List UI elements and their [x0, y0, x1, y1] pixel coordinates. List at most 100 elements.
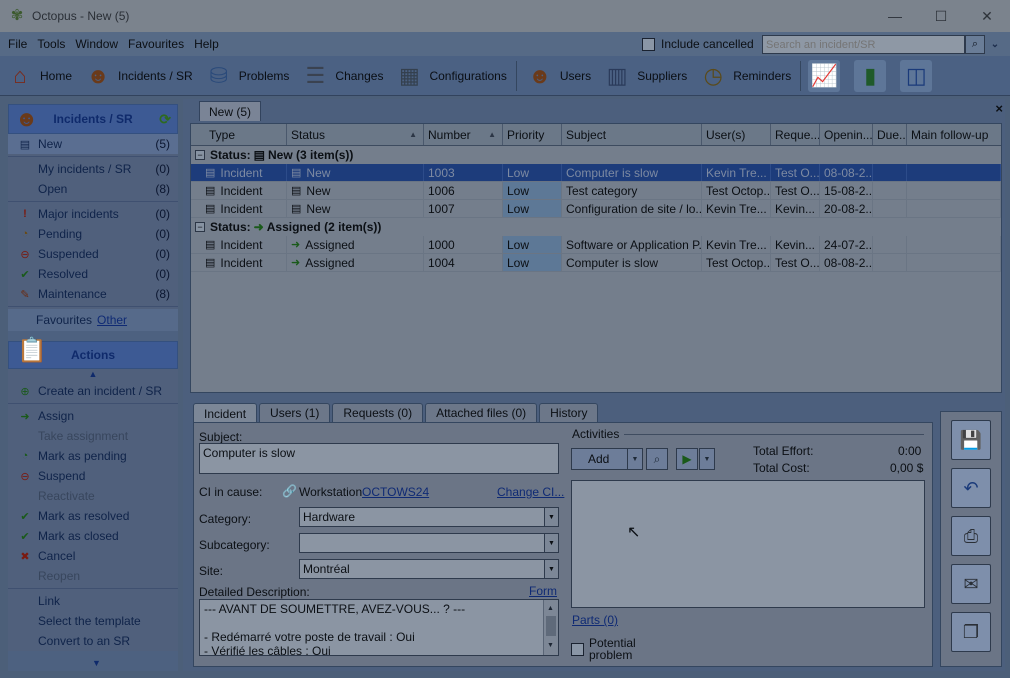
- toolbar-graph-line[interactable]: 📈: [804, 58, 850, 94]
- table-row[interactable]: ▤ Incident ➜ Assigned 1004 Low Computer is slo…: [191, 254, 1001, 272]
- chevron-down-icon[interactable]: ▼: [699, 448, 715, 470]
- toolbar-changes[interactable]: ☰ Changes: [295, 58, 389, 94]
- action-select-template[interactable]: Select the template: [8, 611, 178, 631]
- play-button[interactable]: ▶: [676, 448, 698, 470]
- action-mark-resolved[interactable]: ✔ Mark as resolved: [8, 506, 178, 526]
- table-row[interactable]: ▤ Incident ▤ New 1003 Low Computer is slow Kevi…: [191, 164, 1001, 182]
- group-row-assigned[interactable]: − Status: ➜ Assigned (2 item(s)): [191, 218, 1001, 236]
- toolbar-suppliers[interactable]: ▥ Suppliers: [597, 58, 693, 94]
- potential-problem-checkbox[interactable]: [571, 643, 584, 656]
- close-window-button[interactable]: ✕: [964, 0, 1010, 32]
- col-subject[interactable]: Subject: [562, 124, 702, 145]
- menu-window[interactable]: Window: [70, 37, 123, 51]
- col-type[interactable]: Type: [191, 124, 287, 145]
- include-cancelled[interactable]: Include cancelled: [642, 37, 754, 51]
- include-cancelled-checkbox[interactable]: [642, 37, 655, 51]
- search-button[interactable]: ⌕: [965, 35, 985, 54]
- col-opening[interactable]: Openin...: [820, 124, 873, 145]
- menu-help[interactable]: Help: [189, 37, 224, 51]
- search-input[interactable]: [762, 35, 965, 54]
- chevron-down-icon[interactable]: ▼: [627, 448, 643, 470]
- tab-history[interactable]: History: [539, 403, 599, 422]
- menu-tools[interactable]: Tools: [32, 37, 70, 51]
- add-activity-button[interactable]: Add: [571, 448, 629, 470]
- parts-link[interactable]: Parts (0): [572, 613, 618, 627]
- incidents-panel-header[interactable]: ☻ Incidents / SR ⟳: [8, 104, 178, 134]
- toolbar-layout[interactable]: ◫: [896, 58, 942, 94]
- tab-incident[interactable]: Incident: [193, 403, 258, 423]
- toolbar-configurations[interactable]: ▦ Configurations: [389, 58, 512, 94]
- table-row[interactable]: ▤ Incident ▤ New 1007 Low Configuration de sit…: [191, 200, 1001, 218]
- table-row[interactable]: ▤ Incident ▤ New 1006 Low Test category Test Oc…: [191, 182, 1001, 200]
- subject-field[interactable]: Computer is slow: [199, 443, 559, 474]
- action-assign[interactable]: ➜ Assign: [8, 406, 178, 426]
- description-textarea[interactable]: --- AVANT DE SOUMETTRE, AVEZ-VOUS... ? -…: [199, 599, 559, 656]
- description-scrollbar[interactable]: ▲ ▼: [543, 600, 558, 655]
- toolbar-users[interactable]: ☻ Users: [520, 58, 597, 94]
- toolbar-separator: [515, 60, 517, 91]
- save-button[interactable]: 💾: [951, 420, 991, 460]
- tab-users[interactable]: Users (1): [259, 403, 331, 422]
- action-suspend[interactable]: ⊖ Suspend: [8, 466, 178, 486]
- tab-attached-files[interactable]: Attached files (0): [425, 403, 538, 422]
- nav-item-pending[interactable]: ◔ Pending (0): [8, 224, 178, 244]
- action-create-incident[interactable]: ⊕ Create an incident / SR: [8, 381, 178, 401]
- site-select[interactable]: Montréal ▼: [299, 559, 559, 579]
- action-mark-pending[interactable]: ◔ Mark as pending: [8, 446, 178, 466]
- subcategory-select[interactable]: ▼: [299, 533, 559, 553]
- chevron-down-icon[interactable]: ▼: [544, 534, 558, 552]
- change-ci-link[interactable]: Change CI...: [497, 485, 564, 499]
- favourites-other-link[interactable]: Other: [97, 313, 127, 327]
- scroll-up-icon[interactable]: ▲: [8, 369, 178, 381]
- toolbar-home[interactable]: ⌂ Home: [0, 58, 78, 94]
- action-convert-sr[interactable]: Convert to an SR: [8, 631, 178, 651]
- col-number[interactable]: Number ▲: [424, 124, 503, 145]
- tab-requests[interactable]: Requests (0): [332, 403, 424, 422]
- form-link[interactable]: Form: [529, 584, 557, 598]
- col-users[interactable]: User(s): [702, 124, 771, 145]
- toolbar-reminders[interactable]: ◷ Reminders: [693, 58, 797, 94]
- menu-favourites[interactable]: Favourites: [123, 37, 189, 51]
- col-priority[interactable]: Priority: [503, 124, 562, 145]
- nav-item-new[interactable]: ▤ New (5): [8, 134, 178, 154]
- action-cancel[interactable]: ✖ Cancel: [8, 546, 178, 566]
- nav-item-my-incidents[interactable]: My incidents / SR (0): [8, 159, 178, 179]
- toolbar-incidents[interactable]: ☻ Incidents / SR: [78, 58, 199, 94]
- chevron-down-icon[interactable]: ⌄: [988, 36, 1002, 53]
- collapse-icon[interactable]: −: [195, 222, 205, 232]
- nav-item-maintenance[interactable]: ✎ Maintenance (8): [8, 284, 178, 304]
- activities-list[interactable]: [571, 480, 925, 608]
- col-requester[interactable]: Reque...: [771, 124, 820, 145]
- col-due[interactable]: Due...: [873, 124, 907, 145]
- ci-value-link[interactable]: OCTOWS24: [362, 485, 429, 499]
- nav-item-suspended[interactable]: ⊖ Suspended (0): [8, 244, 178, 264]
- maximize-button[interactable]: ☐: [918, 0, 964, 32]
- search-activity-button[interactable]: ⌕: [646, 448, 668, 470]
- menu-file[interactable]: File: [0, 37, 32, 51]
- close-tab-icon[interactable]: ×: [995, 101, 1003, 116]
- tab-new[interactable]: New (5): [199, 101, 261, 121]
- col-status[interactable]: Status ▲: [287, 124, 424, 145]
- category-select[interactable]: Hardware ▼: [299, 507, 559, 527]
- chevron-down-icon[interactable]: ▼: [544, 508, 558, 526]
- chevron-down-icon[interactable]: ▼: [544, 560, 558, 578]
- refresh-icon[interactable]: ⟳: [159, 111, 171, 128]
- toolbar-graph-bar[interactable]: ▮: [850, 58, 896, 94]
- scroll-down-icon[interactable]: ▼: [92, 658, 101, 668]
- action-link[interactable]: Link: [8, 591, 178, 611]
- table-row[interactable]: ▤ Incident ➜ Assigned 1000 Low Software or App…: [191, 236, 1001, 254]
- toolbar-problems[interactable]: ⛁ Problems: [199, 58, 296, 94]
- collapse-icon[interactable]: −: [195, 150, 205, 160]
- print-button[interactable]: ⎙: [951, 516, 991, 556]
- actions-panel-header[interactable]: 📋 Actions: [8, 337, 178, 369]
- col-main-followup[interactable]: Main follow-up: [907, 124, 1001, 145]
- nav-item-major-incidents[interactable]: ! Major incidents (0): [8, 204, 178, 224]
- group-row-new[interactable]: − Status: ▤ New (3 item(s)): [191, 146, 1001, 164]
- undo-button[interactable]: ↶: [951, 468, 991, 508]
- action-mark-closed[interactable]: ✔ Mark as closed: [8, 526, 178, 546]
- nav-item-open[interactable]: Open (8): [8, 179, 178, 199]
- copy-button[interactable]: ❐: [951, 612, 991, 652]
- email-button[interactable]: ✉: [951, 564, 991, 604]
- minimize-button[interactable]: —: [872, 0, 918, 32]
- nav-item-resolved[interactable]: ✔ Resolved (0): [8, 264, 178, 284]
